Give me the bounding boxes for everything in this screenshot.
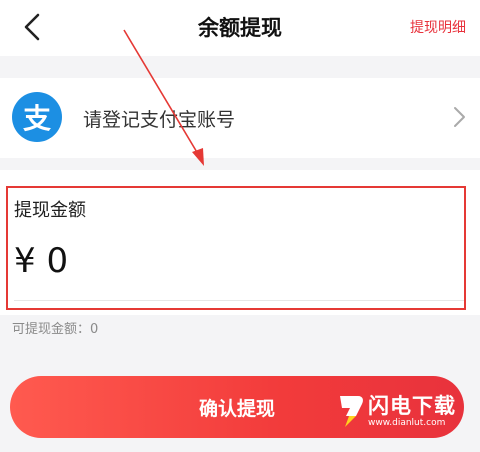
amount-underline	[14, 300, 464, 301]
chevron-right-icon	[454, 107, 465, 127]
chevron-left-icon	[24, 13, 40, 41]
app-header: 余额提现 提现明细	[0, 0, 480, 56]
alipay-account-row[interactable]: 支 请登记支付宝账号	[0, 78, 480, 158]
back-button[interactable]	[18, 12, 46, 42]
amount-label: 提现金额	[14, 200, 86, 221]
available-balance-text: 可提现金额：0	[12, 322, 99, 337]
confirm-withdraw-button[interactable]: 确认提现	[10, 376, 464, 438]
alipay-account-label: 请登记支付宝账号	[83, 109, 236, 131]
page-title: 余额提现	[198, 16, 282, 40]
alipay-icon: 支	[12, 92, 62, 142]
section-divider	[0, 56, 480, 78]
alipay-logo-char: 支	[22, 102, 51, 135]
withdraw-detail-link[interactable]: 提现明细	[410, 17, 466, 37]
amount-input[interactable]	[14, 238, 444, 284]
